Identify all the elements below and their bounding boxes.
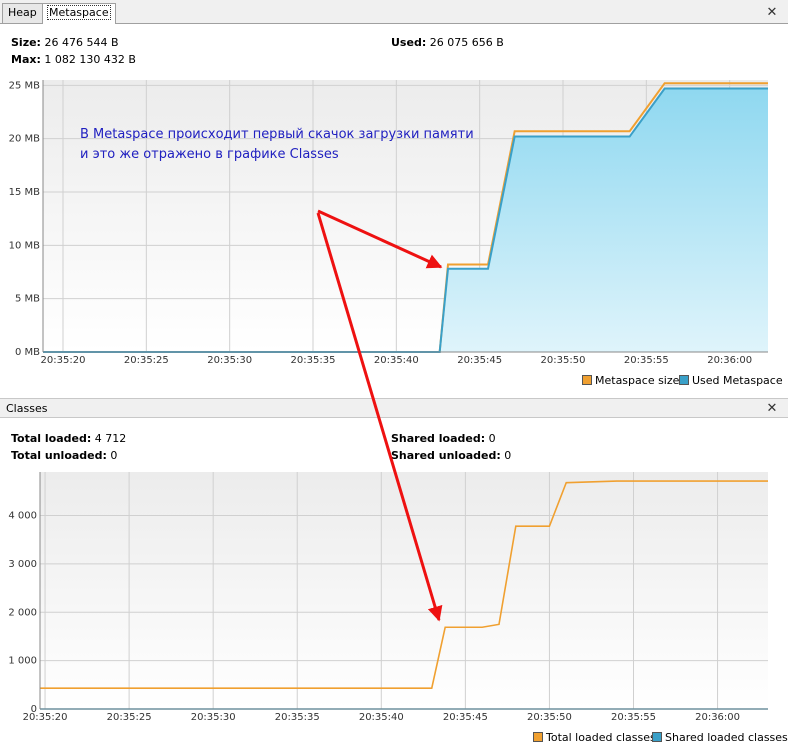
classes-panel-header: Classes ✕ xyxy=(0,398,788,418)
x-tick-label: 20:35:35 xyxy=(275,712,320,723)
used-value: 26 075 656 B xyxy=(429,36,504,49)
x-tick-label: 20:35:40 xyxy=(374,355,419,366)
metaspace-used: Used: 26 075 656 B xyxy=(391,36,504,49)
y-tick-label: 25 MB xyxy=(9,80,41,91)
x-tick-label: 20:35:35 xyxy=(291,355,336,366)
x-tick-label: 20:35:45 xyxy=(443,712,488,723)
close-icon[interactable]: ✕ xyxy=(765,6,779,20)
x-tick-label: 20:35:55 xyxy=(624,355,669,366)
plot-area xyxy=(40,472,768,709)
legend-metaspace-size: Metaspace size xyxy=(582,374,679,387)
x-tick-label: 20:35:50 xyxy=(527,712,572,723)
y-tick-label: 4 000 xyxy=(8,511,37,522)
x-tick-label: 20:35:30 xyxy=(191,712,236,723)
orange-swatch xyxy=(582,375,592,385)
metaspace-size: Size: 26 476 544 B xyxy=(11,36,119,49)
total-loaded: Total loaded: 4 712 xyxy=(11,432,127,445)
y-tick-label: 0 xyxy=(31,704,37,715)
x-tick-label: 20:35:50 xyxy=(541,355,586,366)
x-tick-label: 20:35:45 xyxy=(457,355,502,366)
y-tick-label: 5 MB xyxy=(15,294,40,305)
metaspace-max: Max: 1 082 130 432 B xyxy=(11,53,136,66)
y-tick-label: 1 000 xyxy=(8,656,37,667)
blue-swatch xyxy=(679,375,689,385)
legend-used-metaspace: Used Metaspace xyxy=(679,374,783,387)
legend-shared-loaded: Shared loaded classes xyxy=(652,731,788,744)
shared-loaded: Shared loaded: 0 xyxy=(391,432,496,445)
close-icon[interactable]: ✕ xyxy=(765,402,779,416)
size-label: Size: xyxy=(11,36,41,49)
x-tick-label: 20:35:25 xyxy=(107,712,152,723)
x-tick-label: 20:35:20 xyxy=(41,355,86,366)
used-label: Used: xyxy=(391,36,427,49)
y-tick-label: 20 MB xyxy=(9,134,41,145)
max-value: 1 082 130 432 B xyxy=(44,53,136,66)
tab-bar: Heap Metaspace ✕ xyxy=(0,0,788,24)
x-tick-label: 20:36:00 xyxy=(695,712,740,723)
legend-total-loaded: Total loaded classes xyxy=(533,731,656,744)
y-tick-label: 15 MB xyxy=(9,187,41,198)
x-tick-label: 20:35:25 xyxy=(124,355,169,366)
tab-heap[interactable]: Heap xyxy=(2,3,43,23)
classes-title: Classes xyxy=(6,402,48,415)
y-tick-label: 10 MB xyxy=(9,240,41,251)
y-tick-label: 0 MB xyxy=(15,347,40,358)
y-tick-label: 3 000 xyxy=(8,559,37,570)
size-value: 26 476 544 B xyxy=(44,36,119,49)
y-tick-label: 2 000 xyxy=(8,607,37,618)
metaspace-chart: 20:35:20 20:35:25 20:35:30 20:35:35 20:35:40… xyxy=(9,80,768,366)
x-tick-label: 20:36:00 xyxy=(707,355,752,366)
classes-chart: 20:35:20 20:35:25 20:35:30 20:35:35 20:35:40… xyxy=(8,472,768,723)
shared-unloaded: Shared unloaded: 0 xyxy=(391,449,512,462)
x-tick-label: 20:35:20 xyxy=(23,712,68,723)
x-tick-label: 20:35:55 xyxy=(611,712,656,723)
total-unloaded: Total unloaded: 0 xyxy=(11,449,118,462)
tab-metaspace[interactable]: Metaspace xyxy=(42,3,116,24)
max-label: Max: xyxy=(11,53,41,66)
x-tick-label: 20:35:30 xyxy=(207,355,252,366)
x-tick-label: 20:35:40 xyxy=(359,712,404,723)
